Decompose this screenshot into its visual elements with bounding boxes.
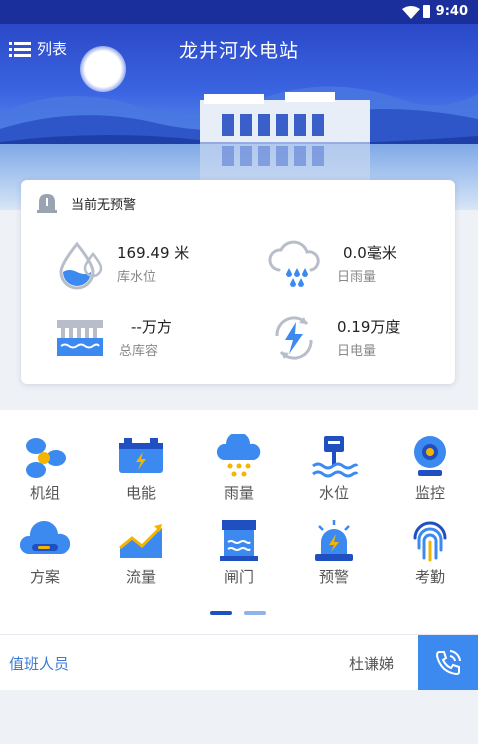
fingerprint-icon (413, 521, 447, 562)
alarm-light-icon (315, 520, 353, 561)
grid-item-water-level[interactable]: 水位 (289, 434, 379, 503)
grid-item-label: 监控 (414, 484, 445, 502)
grid-item-label: 机组 (29, 484, 60, 502)
grid-item-power[interactable]: 电能 (96, 434, 186, 503)
energy-cycle-icon (275, 316, 313, 360)
stat-label: 日电量 (337, 344, 377, 359)
rain-icon (216, 434, 261, 477)
stat-label: 日雨量 (337, 270, 377, 285)
battery-icon (119, 438, 163, 473)
pager-dot-active[interactable] (210, 611, 232, 615)
camera-icon (414, 436, 446, 476)
page-title: 龙井河水电站 (178, 40, 299, 62)
grid-item-monitor[interactable]: 监控 (385, 434, 475, 503)
warning-light-icon (37, 194, 57, 213)
stat-value: --万方 (131, 318, 172, 336)
feature-grid: 机组 电能 雨量 水位 监控 方案 流量 闸门 预警 考勤 (0, 410, 478, 634)
duty-person-name: 杜谦娣 (348, 655, 394, 673)
pager-dot[interactable] (244, 611, 266, 615)
grid-item-unit[interactable]: 机组 (0, 434, 90, 503)
trend-chart-icon (119, 524, 162, 558)
warning-text: 当前无预警 (71, 197, 137, 213)
grid-item-label: 方案 (29, 568, 60, 586)
bottom-spacer (0, 690, 478, 744)
grid-item-label: 水位 (318, 484, 349, 502)
grid-item-label: 预警 (318, 568, 349, 586)
stat-label: 总库容 (119, 344, 159, 359)
grid-item-label: 流量 (125, 568, 156, 586)
cloud-plan-icon (20, 520, 70, 554)
water-drop-icon (59, 241, 103, 290)
grid-item-gate[interactable]: 闸门 (194, 518, 284, 587)
call-button[interactable] (418, 635, 478, 691)
grid-item-label: 考勤 (414, 568, 445, 586)
stats-card: 当前无预警 169.49 米 库水位 0.0毫米 日雨量 --万方 总库容 0.… (21, 180, 455, 384)
grid-item-label: 雨量 (223, 484, 254, 502)
battery-status-icon (423, 5, 430, 18)
grid-item-attendance[interactable]: 考勤 (385, 518, 475, 587)
phone-icon (435, 650, 461, 676)
grid-item-flow[interactable]: 流量 (96, 518, 186, 587)
turbine-icon (26, 438, 66, 478)
reservoir-icon (57, 320, 103, 356)
grid-item-label: 电能 (125, 484, 156, 502)
wifi-icon (402, 6, 420, 19)
warning-status: 当前无预警 (35, 192, 136, 214)
stat-label: 库水位 (117, 270, 157, 285)
duty-row: 值班人员 杜谦娣 (0, 634, 478, 691)
rain-cloud-icon (268, 240, 320, 287)
duty-label: 值班人员 (9, 655, 70, 673)
status-bar: 9:40 (0, 0, 478, 24)
stat-value: 0.0毫米 (343, 244, 397, 262)
grid-item-alert[interactable]: 预警 (289, 518, 379, 587)
grid-item-rainfall[interactable]: 雨量 (194, 434, 284, 503)
water-level-icon (312, 436, 359, 478)
grid-item-plan[interactable]: 方案 (0, 518, 90, 587)
stat-value: 0.19万度 (337, 318, 401, 336)
grid-item-label: 闸门 (223, 568, 254, 586)
stat-value: 169.49 米 (117, 244, 190, 262)
gate-icon (220, 520, 258, 561)
clock: 9:40 (435, 4, 468, 19)
